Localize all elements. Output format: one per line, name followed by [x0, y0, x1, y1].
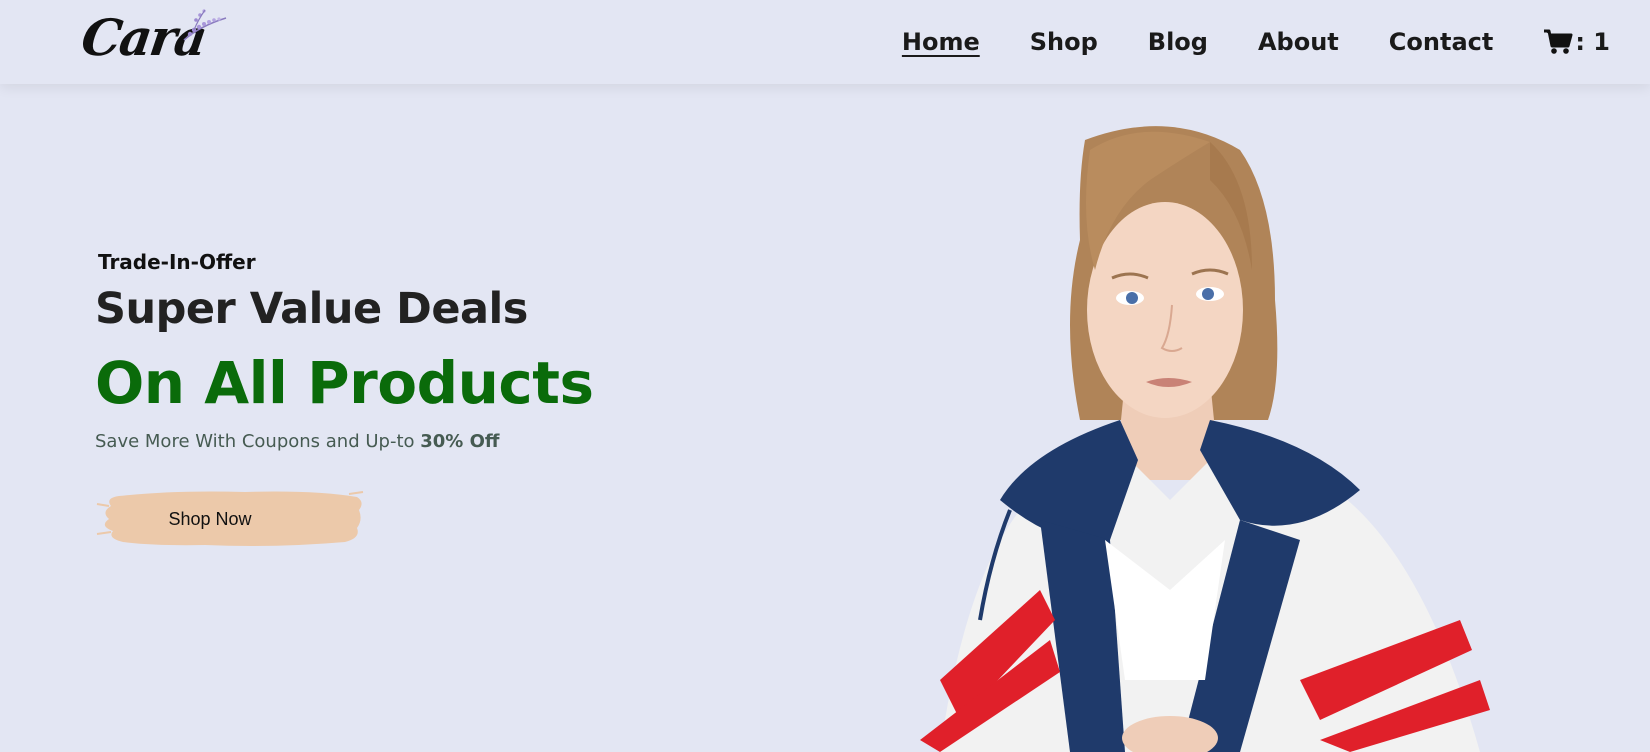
hero-discount: 30% Off: [420, 431, 500, 452]
nav-link-about[interactable]: About: [1258, 28, 1339, 56]
nav-link-contact[interactable]: Contact: [1389, 28, 1494, 56]
hero-subtitle-text: Save More With Coupons and Up-to: [95, 431, 421, 452]
main-nav: Home Shop Blog About Contact : 1: [902, 20, 1610, 64]
nav-link-blog[interactable]: Blog: [1148, 28, 1208, 56]
hero-eyebrow: Trade-In-Offer: [98, 250, 256, 274]
hero-highlight: On All Products: [95, 349, 594, 417]
nav-link-home[interactable]: Home: [902, 28, 980, 56]
shop-now-button[interactable]: Shop Now: [95, 488, 365, 550]
lavender-sprig-icon: [183, 9, 227, 41]
hero-content: Trade-In-Offer Super Value Deals On All …: [95, 244, 795, 456]
cart-button[interactable]: : 1: [1543, 28, 1610, 56]
hero-subtitle: Save More With Coupons and Up-to 30% Off: [95, 428, 795, 456]
hero-title: Super Value Deals: [95, 284, 528, 334]
site-header: Cara Home Shop Blog About Contact: 1: [0, 0, 1650, 84]
shopping-cart-icon: [1544, 29, 1573, 54]
logo[interactable]: Cara: [78, 6, 230, 70]
hero-model-image: [920, 126, 1490, 752]
cart-count: : 1: [1575, 28, 1610, 56]
shop-now-label: Shop Now: [168, 509, 252, 529]
nav-link-shop[interactable]: Shop: [1030, 28, 1098, 56]
